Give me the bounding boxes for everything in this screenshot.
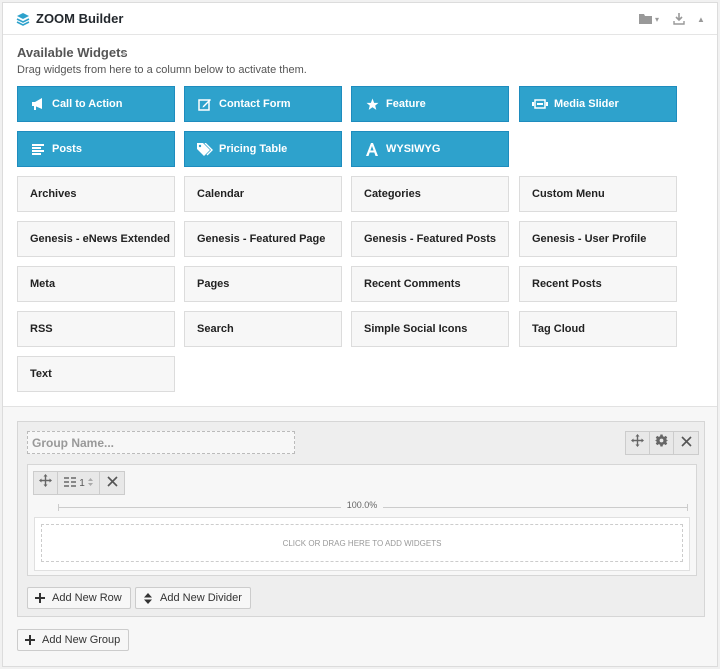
collapse-panel-button[interactable]: ▲ (697, 11, 705, 27)
row-toolbar: 1 (33, 471, 125, 495)
add-group-label: Add New Group (42, 634, 121, 646)
widget-label: Pricing Table (219, 143, 288, 155)
list-icon (30, 142, 46, 156)
widget-search[interactable]: Search (184, 311, 342, 347)
widget-simple-social-icons[interactable]: Simple Social Icons (351, 311, 509, 347)
close-icon (680, 434, 692, 452)
add-new-divider-button[interactable]: Add New Divider (135, 587, 251, 609)
group-delete-button[interactable] (674, 432, 698, 454)
widget-feature[interactable]: Feature (351, 86, 509, 122)
widget-label: Posts (52, 143, 82, 155)
group-move-button[interactable] (626, 432, 650, 454)
builder-title: ZOOM Builder (36, 11, 124, 26)
group-toolbar (625, 431, 699, 455)
widget-genesis-featured-page[interactable]: Genesis - Featured Page (184, 221, 342, 257)
row-column: CLICK OR DRAG HERE TO ADD WIDGETS (34, 517, 690, 571)
add-row-label: Add New Row (52, 592, 122, 604)
close-icon (106, 474, 118, 492)
column-count-stepper[interactable]: 1 (58, 472, 100, 494)
available-widgets-title: Available Widgets (17, 45, 128, 60)
widget-meta[interactable]: Meta (17, 266, 175, 302)
row-delete-button[interactable] (100, 472, 124, 494)
widget-label: Call to Action (52, 98, 123, 110)
text-font-icon (364, 142, 380, 156)
sort-icon (142, 592, 154, 604)
widget-recent-comments[interactable]: Recent Comments (351, 266, 509, 302)
gear-icon (654, 434, 669, 452)
widget-group: Group Name... 1 100.0% CLICK OR DRAG HER… (17, 421, 705, 617)
layers-icon (16, 12, 30, 26)
widget-calendar[interactable]: Calendar (184, 176, 342, 212)
widget-pricing-table[interactable]: Pricing Table (184, 131, 342, 167)
widget-genesis-user-profile[interactable]: Genesis - User Profile (519, 221, 677, 257)
widget-media-slider[interactable]: Media Slider (519, 86, 677, 122)
widget-recent-posts[interactable]: Recent Posts (519, 266, 677, 302)
stepper-arrows-icon[interactable] (87, 477, 93, 490)
group-name-input[interactable]: Group Name... (27, 431, 295, 454)
widget-categories[interactable]: Categories (351, 176, 509, 212)
export-button[interactable] (673, 11, 685, 27)
widget-genesis-featured-posts[interactable]: Genesis - Featured Posts (351, 221, 509, 257)
plus-icon (24, 634, 36, 646)
folder-icon (639, 13, 653, 25)
move-icon (631, 434, 644, 452)
move-icon (39, 474, 52, 492)
widget-contact-form[interactable]: Contact Form (184, 86, 342, 122)
edit-form-icon (197, 97, 213, 111)
row-move-button[interactable] (34, 472, 58, 494)
widget-row: 1 100.0% CLICK OR DRAG HERE TO ADD WIDGE… (27, 464, 697, 576)
add-divider-label: Add New Divider (160, 592, 242, 604)
widget-archives[interactable]: Archives (17, 176, 175, 212)
megaphone-icon (30, 97, 46, 111)
widget-label: Contact Form (219, 98, 291, 110)
builder-area: Group Name... 1 100.0% CLICK OR DRAG HER… (3, 406, 717, 666)
widget-posts[interactable]: Posts (17, 131, 175, 167)
widget-label: Feature (386, 98, 426, 110)
columns-icon (64, 476, 77, 490)
widget-dropzone[interactable]: CLICK OR DRAG HERE TO ADD WIDGETS (41, 524, 683, 562)
widget-tag-cloud[interactable]: Tag Cloud (519, 311, 677, 347)
widget-label: WYSIWYG (386, 143, 441, 155)
tags-icon (197, 142, 213, 156)
widget-genesis-enews-extended[interactable]: Genesis - eNews Extended (17, 221, 175, 257)
chevron-down-icon: ▾ (655, 14, 660, 24)
slider-icon (532, 97, 548, 111)
widget-pages[interactable]: Pages (184, 266, 342, 302)
plus-icon (34, 592, 46, 604)
download-icon (673, 13, 685, 25)
widget-rss[interactable]: RSS (17, 311, 175, 347)
panel-header: ZOOM Builder ▾ ▲ (3, 3, 717, 35)
collapse-arrow-icon: ▲ (697, 14, 705, 24)
zoom-builder-panel: ZOOM Builder ▾ ▲ Available Widgets ▲ Dra… (2, 2, 718, 667)
widget-text[interactable]: Text (17, 356, 175, 392)
folder-menu-button[interactable]: ▾ (639, 11, 659, 27)
group-settings-button[interactable] (650, 432, 674, 454)
column-width-percent: 100.0% (340, 500, 384, 510)
available-widgets-description: Drag widgets from here to a column below… (17, 64, 307, 76)
widget-custom-menu[interactable]: Custom Menu (519, 176, 677, 212)
add-new-row-button[interactable]: Add New Row (27, 587, 131, 609)
section-toggle-icon[interactable]: ▲ (120, 48, 128, 57)
widget-call-to-action[interactable]: Call to Action (17, 86, 175, 122)
star-icon (364, 97, 380, 111)
column-count-value: 1 (79, 477, 85, 489)
widget-wysiwyg[interactable]: WYSIWYG (351, 131, 509, 167)
widget-label: Media Slider (554, 98, 619, 110)
add-new-group-button[interactable]: Add New Group (17, 629, 130, 651)
